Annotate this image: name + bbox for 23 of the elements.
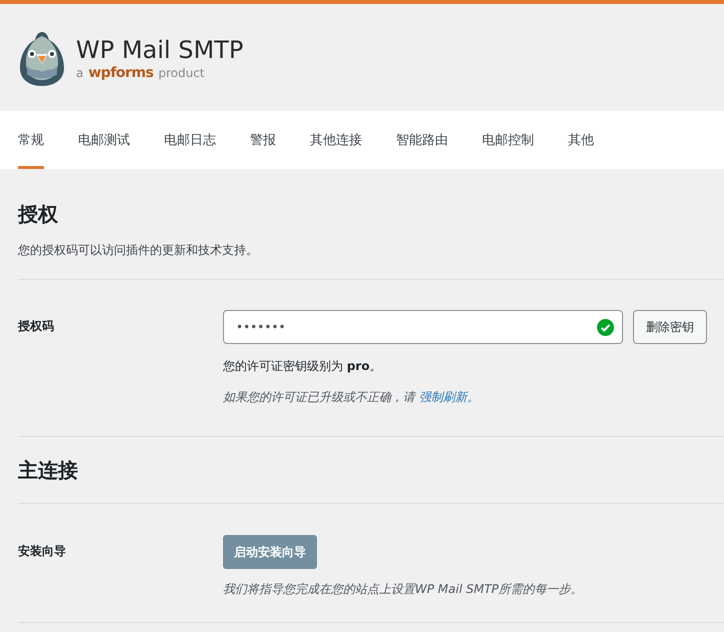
license-level-text: 您的许可证密钥级别为 pro。: [223, 358, 382, 375]
field-label: 安装向导: [18, 543, 67, 560]
tagline-word: a: [76, 66, 84, 80]
delete-key-button[interactable]: 删除密钥: [633, 310, 707, 344]
force-refresh-link[interactable]: 强制刷新: [418, 390, 467, 404]
license-key-field[interactable]: •••••••: [223, 310, 623, 344]
nav-tab[interactable]: 其他: [568, 114, 594, 169]
nav-tab[interactable]: 警报: [250, 114, 276, 169]
section-heading: 授权: [18, 201, 59, 228]
field-label: 授权码: [18, 318, 55, 335]
nav-tab[interactable]: 智能路由: [396, 114, 448, 169]
app-title: WP Mail SMTP: [76, 34, 244, 64]
wizard-description: 我们将指导您完成在您的站点上设置WP Mail SMTP所需的每一步。: [223, 581, 583, 598]
refresh-hint-text: 如果您的许可证已升级或不正确，请 强制刷新。: [223, 389, 479, 406]
section-description: 您的授权码可以访问插件的更新和技术支持。: [18, 242, 259, 259]
tagline-word: product: [158, 66, 205, 80]
section-heading: 主连接: [18, 457, 79, 484]
nav-tab[interactable]: 其他连接: [310, 114, 362, 169]
nav-tab[interactable]: 电邮控制: [482, 114, 534, 169]
nav-tab[interactable]: 电邮测试: [78, 114, 130, 169]
nav-tab[interactable]: 常规: [18, 114, 44, 169]
wpforms-logo-text: wpforms: [88, 64, 154, 80]
nav-tab[interactable]: 电邮日志: [164, 114, 216, 169]
